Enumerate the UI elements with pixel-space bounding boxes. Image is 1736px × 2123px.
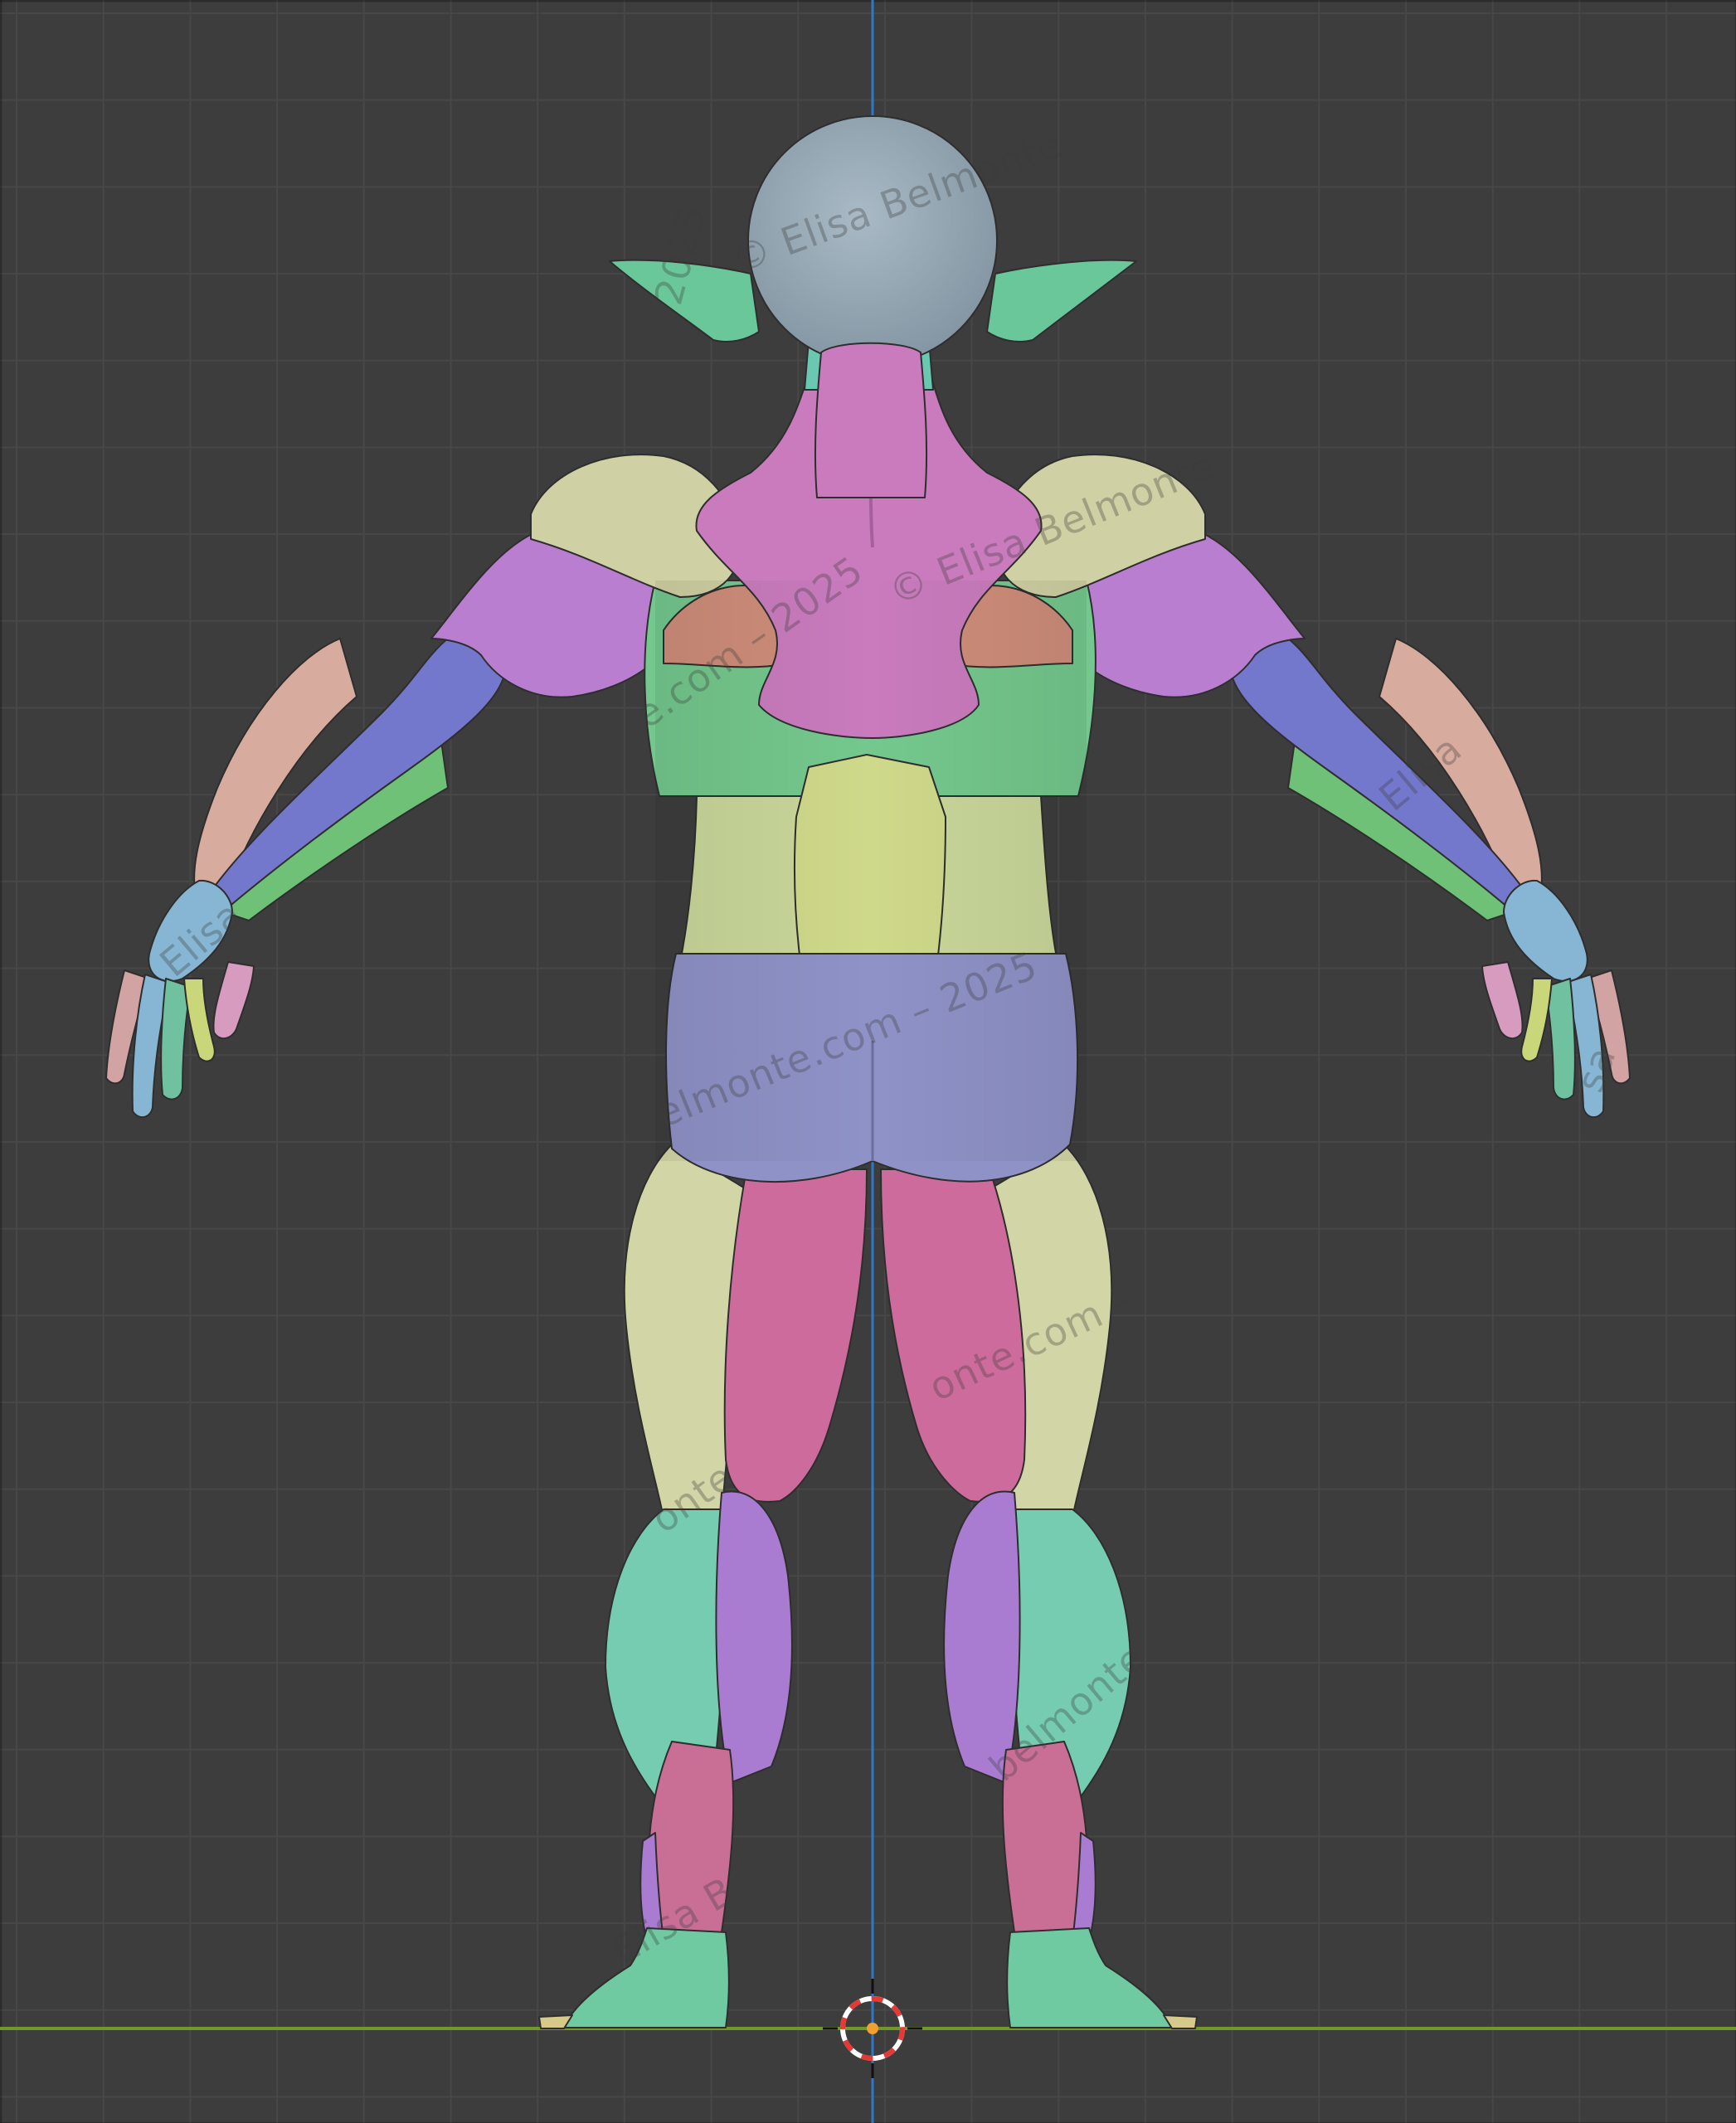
- 3d-cursor-icon[interactable]: [823, 1979, 922, 2078]
- hand-right[interactable]: [1503, 879, 1588, 983]
- scene-canvas[interactable]: © Elisa Belmonte 2025 © Elisa Belmonte e…: [0, 0, 1736, 2123]
- 3d-viewport[interactable]: © Elisa Belmonte 2025 © Elisa Belmonte e…: [0, 0, 1736, 2123]
- foot-right[interactable]: [1006, 1927, 1173, 2028]
- neck-back[interactable]: [814, 342, 928, 498]
- hamstring-left[interactable]: [723, 1168, 868, 1503]
- thumb-left[interactable]: [212, 961, 255, 1040]
- character-model[interactable]: [105, 115, 1631, 2029]
- finger-right-4[interactable]: [1520, 978, 1553, 1062]
- finger-left-4[interactable]: [183, 978, 216, 1062]
- thumb-right[interactable]: [1481, 961, 1524, 1040]
- origin-dot: [867, 2023, 878, 2034]
- calf-inner-left[interactable]: [715, 1490, 793, 1784]
- ear-right[interactable]: [986, 259, 1137, 342]
